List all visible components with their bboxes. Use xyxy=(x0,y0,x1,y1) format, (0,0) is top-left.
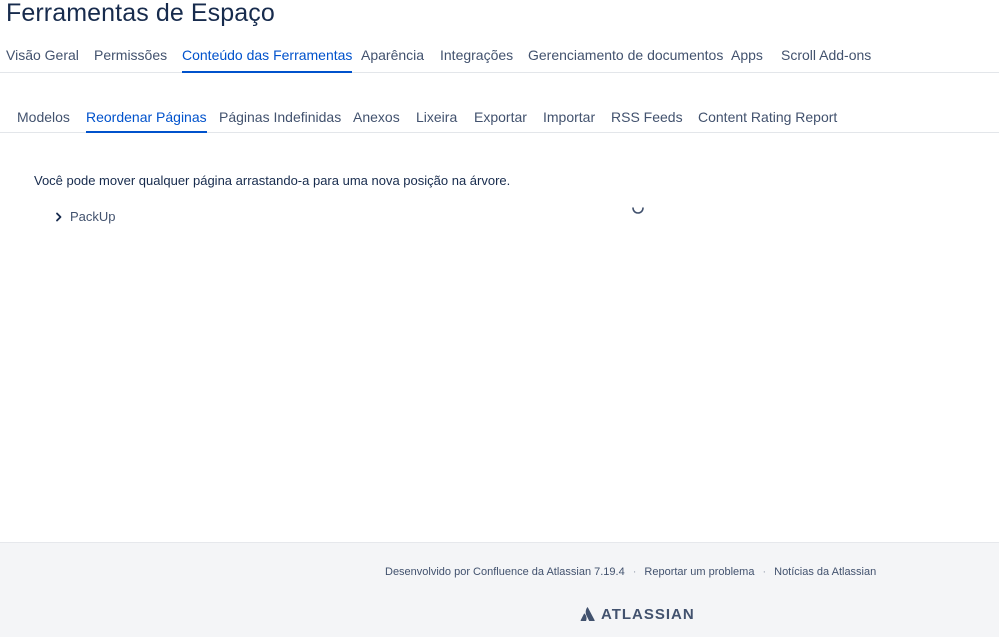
spinner-icon xyxy=(630,200,646,216)
tab-aparencia[interactable]: Aparência xyxy=(361,44,424,73)
tree-item-label[interactable]: PackUp xyxy=(70,208,116,226)
subtab-paginas-indefinidas[interactable]: Páginas Indefinidas xyxy=(219,107,341,133)
atlassian-brand[interactable]: ATLASSIAN xyxy=(580,605,695,623)
report-problem-link[interactable]: Reportar um problema xyxy=(644,565,754,579)
subtab-exportar[interactable]: Exportar xyxy=(474,107,527,133)
space-tools-tabs: Visão Geral Permissões Conteúdo das Ferr… xyxy=(0,44,999,73)
subtab-rss-feeds[interactable]: RSS Feeds xyxy=(611,107,683,133)
tree-item-packup[interactable]: PackUp xyxy=(52,207,116,227)
page-title: Ferramentas de Espaço xyxy=(6,0,275,27)
footer-separator: · xyxy=(632,566,637,578)
subtab-reordenar-paginas[interactable]: Reordenar Páginas xyxy=(86,107,207,133)
atlassian-wordmark: ATLASSIAN xyxy=(601,605,695,623)
atlassian-news-link[interactable]: Notícias da Atlassian xyxy=(774,565,876,579)
tab-visao-geral[interactable]: Visão Geral xyxy=(6,44,79,73)
footer: Desenvolvido por Confluence da Atlassian… xyxy=(0,542,999,637)
tab-conteudo-das-ferramentas[interactable]: Conteúdo das Ferramentas xyxy=(182,44,353,73)
content-tools-subtabs: Modelos Reordenar Páginas Páginas Indefi… xyxy=(0,107,999,133)
tab-apps[interactable]: Apps xyxy=(731,44,763,73)
subtab-lixeira[interactable]: Lixeira xyxy=(416,107,457,133)
tab-permissoes[interactable]: Permissões xyxy=(94,44,167,73)
reorder-instruction: Você pode mover qualquer página arrastan… xyxy=(34,173,511,188)
atlassian-logo-icon xyxy=(580,607,596,621)
chevron-right-icon[interactable] xyxy=(52,210,66,224)
subtab-importar[interactable]: Importar xyxy=(543,107,595,133)
powered-by-link[interactable]: Desenvolvido por Confluence da Atlassian… xyxy=(385,565,625,579)
subtab-anexos[interactable]: Anexos xyxy=(353,107,400,133)
tab-gerenciamento-de-documentos[interactable]: Gerenciamento de documentos xyxy=(528,44,723,73)
footer-links: Desenvolvido por Confluence da Atlassian… xyxy=(385,565,876,579)
tab-scroll-add-ons[interactable]: Scroll Add-ons xyxy=(781,44,871,73)
subtab-content-rating-report[interactable]: Content Rating Report xyxy=(698,107,837,133)
tab-integracoes[interactable]: Integrações xyxy=(440,44,513,73)
subtab-modelos[interactable]: Modelos xyxy=(17,107,70,133)
footer-separator: · xyxy=(762,566,767,578)
